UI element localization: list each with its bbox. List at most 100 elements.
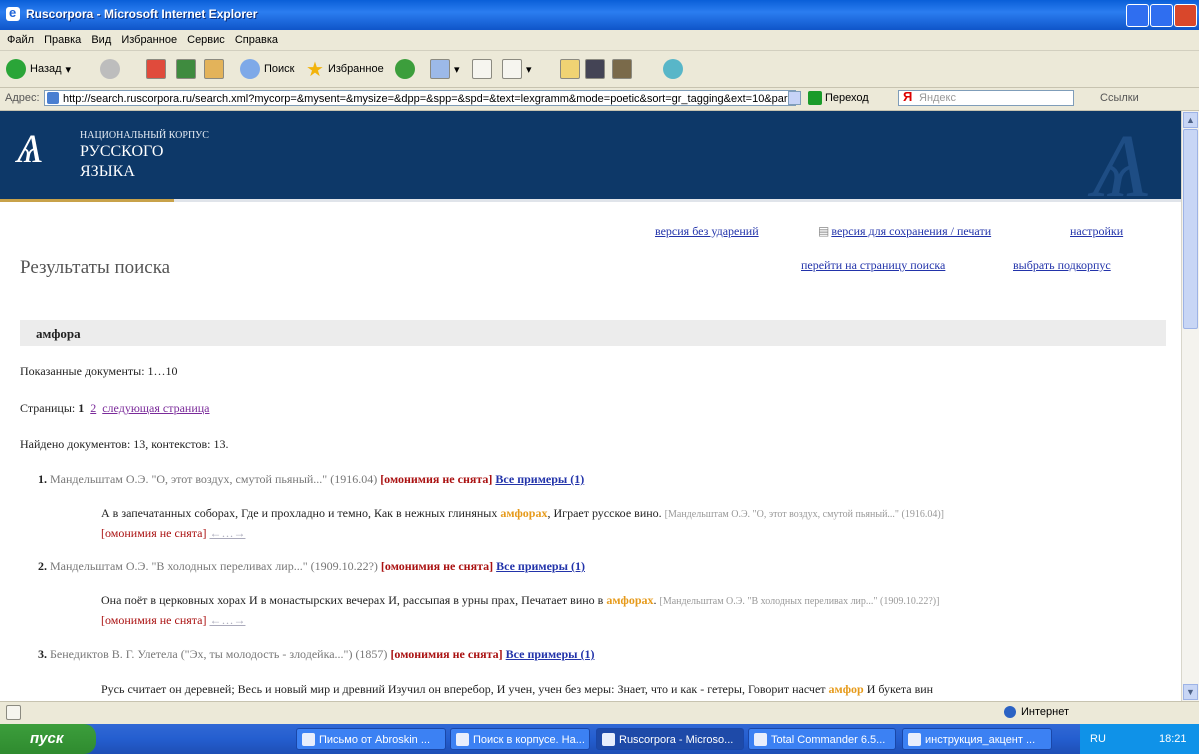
task-total-commander[interactable]: Total Commander 6.5...	[748, 728, 896, 750]
back-button[interactable]: Назад ▾	[6, 58, 71, 80]
ruscorpora-logo[interactable]: Ѧ	[16, 125, 44, 172]
pagination: Страницы: 1 2 следующая страница	[20, 401, 210, 415]
ie-window-icon	[456, 733, 469, 746]
star-icon: ★	[306, 58, 324, 81]
window-title: Ruscorpora - Microsoft Internet Explorer	[26, 7, 258, 21]
found-count: Найдено документов: 13, контекстов: 13.	[20, 437, 229, 451]
close-button[interactable]	[1174, 4, 1197, 27]
mail-button[interactable]: ▾	[430, 58, 460, 80]
result-context: Русь считает он деревней; Весь и новый м…	[101, 682, 934, 696]
favorites-button[interactable]: ★ Избранное	[306, 58, 384, 81]
globe-icon	[1004, 706, 1016, 718]
vertical-scrollbar[interactable]: ▲ ▼	[1181, 111, 1199, 701]
language-indicator[interactable]: RU	[1090, 733, 1106, 745]
links-toolbar[interactable]: Ссылки	[1100, 92, 1139, 104]
address-bar: Адрес: http://search.ruscorpora.ru/searc…	[0, 88, 1199, 111]
history-button[interactable]	[395, 58, 415, 80]
page-current: 1	[78, 401, 85, 415]
scroll-up-button[interactable]: ▲	[1183, 112, 1198, 128]
task-mail[interactable]: Письмо от Abroskin ...	[296, 728, 446, 750]
clock: 18:21	[1158, 733, 1187, 745]
toolbar: Назад ▾ Поиск ★ Избранное ▾ ▾	[0, 51, 1199, 88]
page-status-icon	[6, 705, 21, 720]
task-ruscorpora[interactable]: Ruscorpora - Microso...	[596, 728, 744, 750]
expand-context-link[interactable]: ←…→	[209, 613, 245, 627]
mail-icon	[430, 59, 450, 79]
menu-help[interactable]: Справка	[235, 30, 278, 50]
page-content: Ѧ НАЦИОНАЛЬНЫЙ КОРПУС РУССКОГО ЯЗЫКА Ѧ в…	[0, 111, 1181, 701]
minimize-button[interactable]	[1126, 4, 1149, 27]
settings-link[interactable]: настройки	[1070, 224, 1123, 239]
print-icon	[472, 59, 492, 79]
query-text: амфора	[36, 326, 81, 341]
result-source: [Мандельштам О.Э. "В холодных переливах …	[659, 596, 940, 607]
result-header: 2. Мандельштам О.Э. "В холодных перелива…	[38, 559, 585, 573]
menu-favorites[interactable]: Избранное	[121, 30, 177, 50]
task-search[interactable]: Поиск в корпусе. На...	[450, 728, 590, 750]
site-banner: Ѧ НАЦИОНАЛЬНЫЙ КОРПУС РУССКОГО ЯЗЫКА Ѧ	[0, 111, 1181, 216]
address-input[interactable]: http://search.ruscorpora.ru/search.xml?m…	[44, 90, 796, 106]
home-button[interactable]	[204, 58, 224, 80]
all-examples-link[interactable]: Все примеры (1)	[506, 647, 595, 661]
banner-decoration-icon: Ѧ	[1090, 117, 1153, 216]
tc-window-icon	[754, 733, 767, 746]
menu-edit[interactable]: Правка	[44, 30, 81, 50]
word-window-icon	[908, 733, 921, 746]
print-version-link[interactable]: ▤ версия для сохранения / печати	[818, 224, 991, 239]
banner-line-3: ЯЗЫКА	[80, 163, 135, 180]
menu-file[interactable]: Файл	[7, 30, 34, 50]
next-page-link[interactable]: следующая страница	[102, 401, 209, 415]
page-2-link[interactable]: 2	[90, 401, 96, 415]
printer-icon: ▤	[818, 224, 830, 238]
all-examples-link[interactable]: Все примеры (1)	[496, 559, 585, 573]
menu-tools[interactable]: Сервис	[187, 30, 225, 50]
refresh-icon	[176, 59, 196, 79]
search-icon	[240, 59, 260, 79]
homonymy-badge: [омонимия не снята]	[380, 472, 493, 486]
edit-button[interactable]: ▾	[502, 58, 532, 80]
system-tray: RU 18:21	[1080, 724, 1199, 754]
word-icon	[502, 59, 522, 79]
start-button[interactable]: пуск	[0, 724, 96, 754]
result-header: 3. Бенедиктов В. Г. Улетела ("Эх, ты мол…	[38, 647, 595, 661]
refresh-button[interactable]	[176, 58, 196, 80]
messenger-button[interactable]	[585, 58, 605, 80]
result-context: А в запечатанных соборах, Где и прохладн…	[101, 506, 944, 540]
ie-icon	[6, 5, 20, 21]
maximize-button[interactable]	[1150, 4, 1173, 27]
yandex-search-input[interactable]: Я Яндекс	[898, 90, 1074, 106]
discuss-button[interactable]	[663, 58, 683, 80]
no-accents-link[interactable]: версия без ударений	[655, 224, 759, 239]
folder-icon	[560, 59, 580, 79]
result-title: Мандельштам О.Э. "В холодных переливах л…	[50, 559, 378, 573]
result-title: Бенедиктов В. Г. Улетела ("Эх, ты молодо…	[50, 647, 388, 661]
search-button[interactable]: Поиск	[240, 58, 294, 80]
address-label: Адрес:	[5, 92, 40, 104]
print-button[interactable]	[472, 58, 492, 80]
mail-window-icon	[302, 733, 315, 746]
search-hit: амфорах	[606, 593, 654, 607]
forward-button[interactable]	[100, 58, 120, 80]
search-page-link[interactable]: перейти на страницу поиска	[801, 258, 945, 273]
status-bar: Интернет	[0, 701, 1199, 724]
research-icon	[612, 59, 632, 79]
home-icon	[204, 59, 224, 79]
address-dropdown-button[interactable]	[788, 91, 801, 105]
menu-view[interactable]: Вид	[91, 30, 111, 50]
window-title-bar[interactable]: Ruscorpora - Microsoft Internet Explorer	[0, 0, 1199, 30]
scroll-down-button[interactable]: ▼	[1183, 684, 1198, 700]
query-bar: амфора	[20, 320, 1166, 346]
go-button[interactable]: Переход	[808, 91, 869, 105]
shown-documents: Показанные документы: 1…10	[20, 364, 178, 378]
folder-button[interactable]	[560, 58, 580, 80]
subcorpus-link[interactable]: выбрать подкорпус	[1013, 258, 1111, 273]
search-hit: амфор	[828, 682, 864, 696]
research-button[interactable]	[612, 58, 632, 80]
security-zone: Интернет	[1004, 706, 1069, 718]
all-examples-link[interactable]: Все примеры (1)	[495, 472, 584, 486]
task-word[interactable]: инструкция_акцент ...	[902, 728, 1052, 750]
banner-line-2: РУССКОГО	[80, 143, 164, 160]
stop-button[interactable]	[146, 58, 166, 80]
expand-context-link[interactable]: ←…→	[209, 526, 245, 540]
scroll-thumb[interactable]	[1183, 129, 1198, 329]
